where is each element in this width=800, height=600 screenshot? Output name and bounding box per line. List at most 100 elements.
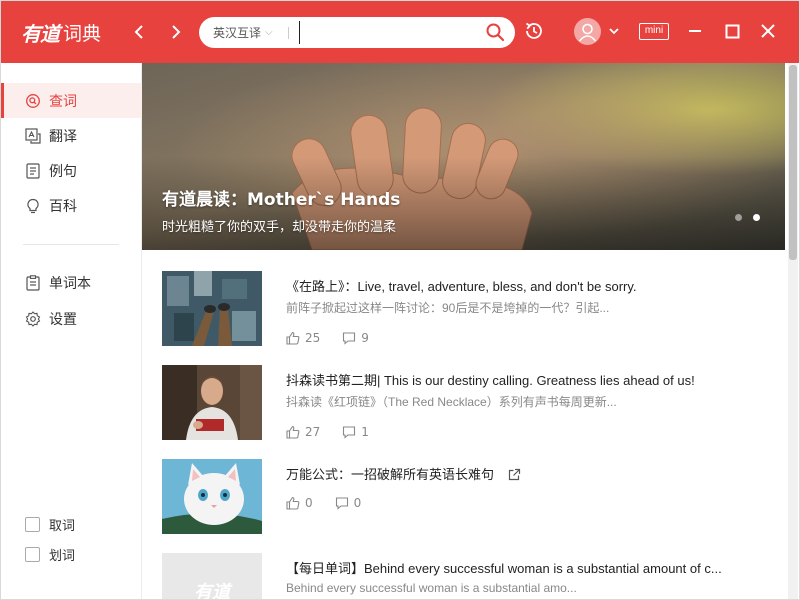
comment-count-value: 1 [361,425,369,439]
article-item[interactable]: 抖森读书第二期| This is our destiny calling. Gr… [162,365,762,441]
sidebar-item-label: 百科 [49,198,77,215]
chevron-right-icon [172,25,181,39]
like-count[interactable]: 25 [286,331,320,345]
banner-title[interactable]: 有道晨读：Mother`s Hands [162,185,400,210]
capture-word-checkbox[interactable] [25,517,40,532]
sidebar-item-translate[interactable]: 翻译 [1,118,142,153]
language-select[interactable]: 英汉互译 ⌵ [213,24,273,41]
comment-count-value: 0 [353,496,362,510]
article-description: 抖森读《红项链》（The Red Necklace）系列有声书每周更新... [286,395,617,409]
search-separator [288,27,289,39]
main-content: 有道晨读：Mother`s Hands 时光粗糙了你的双手，却没带走你的温柔 《… [142,63,799,600]
thumbs-up-icon [286,496,300,510]
minimize-icon [689,30,701,32]
chevron-down-icon [609,28,619,35]
thumbs-up-icon [286,425,300,439]
forward-button[interactable] [164,21,186,43]
language-select-label: 英汉互译 [213,26,262,40]
search-button[interactable] [485,22,505,42]
app-logo: 有道 词典 [21,18,101,46]
title-bar[interactable]: 有道 词典 英汉互译 ⌵ mini [1,1,799,63]
like-count-value: 0 [305,496,313,510]
sidebar-item-label: 翻译 [49,128,77,145]
chevron-down-icon: ⌵ [265,27,273,38]
comment-icon [335,497,348,510]
like-count[interactable]: 0 [286,496,313,510]
thumbs-up-icon [286,331,300,345]
article-thumbnail [162,365,262,440]
sidebar-item-wordbook[interactable]: 单词本 [1,265,142,300]
translate-icon [25,127,41,144]
gear-icon [25,310,41,327]
comment-count[interactable]: 1 [342,425,369,439]
bulb-icon [27,198,39,213]
sidebar-item-encyclopedia[interactable]: 百科 [1,188,142,223]
sidebar-item-label: 例句 [49,163,77,180]
article-item[interactable]: 《在路上》：Live, travel, adventure, bless, an… [162,271,762,347]
user-avatar[interactable] [574,18,601,45]
comment-count[interactable]: 9 [342,331,369,345]
capture-word-label: 取词 [49,519,76,534]
back-button[interactable] [129,21,151,43]
search-input[interactable] [299,21,469,44]
avatar-icon [578,23,597,42]
content-scrollbar[interactable] [788,63,798,599]
sidebar-divider [23,244,119,245]
select-word-toggle[interactable]: 划词 [25,545,75,564]
article-thumbnail [162,271,262,346]
sidebar-item-label: 查词 [49,93,77,110]
article-stats: 27 1 [286,425,391,439]
carousel-dot-2[interactable] [753,214,760,221]
comment-icon [343,426,356,439]
like-count[interactable]: 27 [286,425,320,439]
article-title[interactable]: 《在路上》：Live, travel, adventure, bless, an… [286,276,756,295]
carousel-dot-1[interactable] [735,214,742,221]
close-button[interactable] [760,23,776,43]
maximize-icon [725,24,740,39]
maximize-button[interactable] [725,24,740,43]
select-word-label: 划词 [49,549,76,564]
mini-mode-button[interactable]: mini [639,23,669,40]
article-title[interactable]: 【每日单词】Behind every successful woman is a… [286,558,756,577]
search-icon [486,23,505,42]
article-description: Behind every successful woman is a subst… [286,581,577,595]
example-icon [26,162,40,179]
article-thumbnail-placeholder: 有道 [162,553,262,600]
banner-subtitle: 时光粗糙了你的双手，却没带走你的温柔 [162,220,397,235]
select-word-checkbox[interactable] [25,547,40,562]
sidebar-item-label: 单词本 [49,275,91,292]
article-stats: 0 0 [286,496,383,510]
wordbook-icon [26,274,40,291]
minimize-button[interactable] [687,23,703,43]
article-thumbnail [162,459,262,534]
like-count-value: 25 [305,331,321,345]
comment-icon [343,332,356,345]
logo-brand: 有道 [21,21,60,46]
chevron-left-icon [134,25,143,39]
sidebar-item-label: 设置 [49,311,77,328]
article-title[interactable]: 万能公式：一招破解所有英语长难句 [286,464,756,483]
close-icon [761,24,775,38]
external-link-icon[interactable] [508,468,521,481]
capture-word-toggle[interactable]: 取词 [25,515,75,534]
history-icon [525,22,542,39]
carousel-dots [735,214,760,221]
like-count-value: 27 [305,425,321,439]
article-item[interactable]: 万能公式：一招破解所有英语长难句 0 0 [162,459,762,535]
banner-carousel[interactable]: 有道晨读：Mother`s Hands 时光粗糙了你的双手，却没带走你的温柔 [142,63,785,250]
sidebar-item-lookup[interactable]: 查词 [1,83,142,118]
article-item[interactable]: 有道 【每日单词】Behind every successful woman i… [162,553,762,600]
comment-count[interactable]: 0 [335,496,362,510]
history-button[interactable] [523,20,545,46]
account-menu-button[interactable] [607,23,621,42]
placeholder-logo: 有道 [194,581,230,600]
search-box: 英汉互译 ⌵ [199,17,515,48]
scrollbar-thumb[interactable] [789,65,797,260]
sidebar: 查词 翻译 例句 百科 单词本 设置 取词 划词 [1,63,142,599]
sidebar-item-examples[interactable]: 例句 [1,153,142,188]
sidebar-item-settings[interactable]: 设置 [1,301,142,336]
article-description: 前阵子掀起过这样一阵讨论：90后是不是垮掉的一代？引起... [286,301,610,315]
article-title[interactable]: 抖森读书第二期| This is our destiny calling. Gr… [286,370,756,389]
logo-product: 词典 [63,22,102,45]
app-window: 有道 词典 英汉互译 ⌵ mini 查词 翻译 例句 百科 单词本 设置 取词 … [0,0,800,600]
